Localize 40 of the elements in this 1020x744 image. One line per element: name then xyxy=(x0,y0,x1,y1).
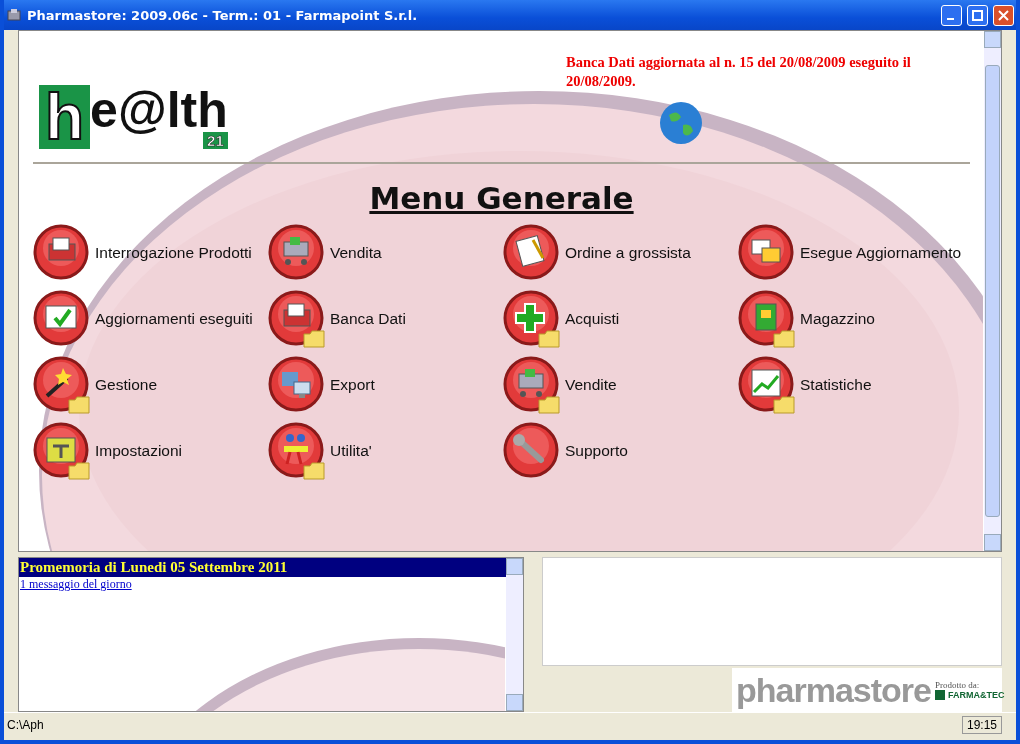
scroll-up-button[interactable] xyxy=(984,31,1001,48)
scroll-up-button[interactable] xyxy=(506,558,523,575)
menu-item[interactable]: Gestione xyxy=(33,356,268,414)
maximize-icon xyxy=(972,9,983,21)
maker-name: FARMA&TEC xyxy=(947,690,1005,701)
reminder-title: Promemoria di Lunedi 05 Settembre 2011 xyxy=(19,558,506,577)
scrollbar[interactable] xyxy=(984,31,1001,551)
maker-label: Prodotto da: xyxy=(934,680,981,691)
menu-item[interactable]: Esegue Aggiornamento xyxy=(738,224,973,282)
square-icon xyxy=(934,690,945,701)
menu-item[interactable]: Impostazioni xyxy=(33,422,268,480)
menu-item[interactable]: Statistiche xyxy=(738,356,973,414)
message-link[interactable]: 1 messaggio del giorno xyxy=(20,577,132,592)
menu-item[interactable]: Magazzino xyxy=(738,290,973,348)
menu-item[interactable]: Interrogazione Prodotti xyxy=(33,224,268,282)
status-path: C:\Aph xyxy=(6,718,45,732)
close-icon xyxy=(998,9,1009,21)
menu-item[interactable]: Vendite xyxy=(503,356,738,414)
minimize-icon xyxy=(946,18,954,20)
menu-item[interactable]: Aggiornamenti eseguiti xyxy=(33,290,268,348)
scroll-down-button[interactable] xyxy=(984,534,1001,551)
menu-title: Menu Generale xyxy=(369,180,634,216)
menu-item[interactable]: Vendita xyxy=(268,224,503,282)
globe-icon[interactable] xyxy=(659,101,703,145)
menu-item[interactable]: Supporto xyxy=(503,422,738,480)
menu-item[interactable]: Banca Dati xyxy=(268,290,503,348)
minimize-button[interactable] xyxy=(941,4,962,26)
menu-item[interactable]: Utilita' xyxy=(268,422,503,480)
menu-item[interactable]: Acquisti xyxy=(503,290,738,348)
scroll-down-button[interactable] xyxy=(506,694,523,711)
scrollbar[interactable] xyxy=(506,558,523,711)
status-time: 19:15 xyxy=(961,716,1002,734)
close-button[interactable] xyxy=(993,4,1014,26)
window-title: Pharmastore: 2009.06c - Term.: 01 - Farmapoint S.r.l. xyxy=(27,7,419,23)
menu-item[interactable]: Ordine a grossista xyxy=(503,224,738,282)
update-notice: Banca Dati aggiornata al n. 15 del 20/08/2009 eseguito il 20/08/2009. xyxy=(566,53,912,91)
app-icon xyxy=(6,7,22,23)
menu-item[interactable]: Export xyxy=(268,356,503,414)
brand-name: pharmastore xyxy=(736,673,931,708)
maximize-button[interactable] xyxy=(967,4,988,26)
